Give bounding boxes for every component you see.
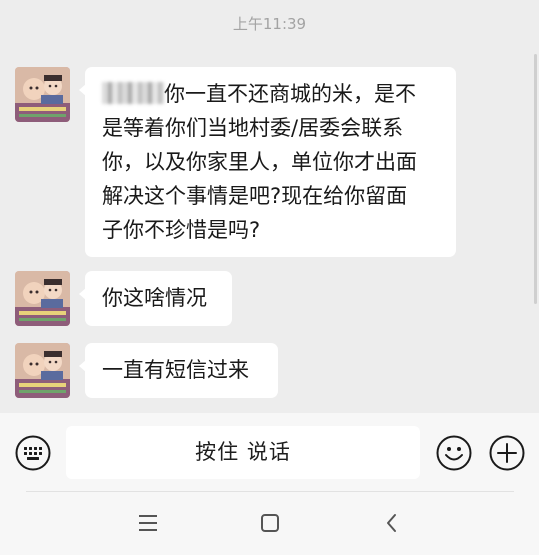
home-square-icon[interactable] [255,508,285,538]
hold-to-talk-button[interactable]: 按住 说话 [66,426,420,479]
message-bubble[interactable]: 一直有短信过来 [79,343,278,398]
chat-scrollbar[interactable] [534,54,537,304]
chat-input-bar: 按住 说话 [0,413,539,555]
divider [26,491,514,492]
menu-icon[interactable] [133,508,163,538]
message-timestamp: 上午11:39 [232,15,307,33]
keyboard-icon[interactable] [15,435,51,471]
back-chevron-icon[interactable] [377,508,407,538]
message-text: 你这啥情况 [102,286,207,310]
avatar[interactable] [15,343,70,398]
message-bubble[interactable]: 你一直不还商城的米，是不 是等着你们当地村委/居委会联系 你，以及你家里人，单位… [79,67,456,257]
avatar[interactable] [15,67,70,122]
message-line: 解决这个事情是吧?现在给你留面 [102,184,408,208]
chat-area: 上午11:39 你一直不还商城的米，是不 是等着你们当地村委/居委会联系 你，以… [0,0,539,413]
message-line: 你，以及你家里人，单位你才出面 [102,150,417,174]
emoji-icon[interactable] [436,435,472,471]
avatar[interactable] [15,271,70,326]
redacted-name-blur [102,82,164,104]
plus-circle-icon[interactable] [489,435,525,471]
message-bubble[interactable]: 你这啥情况 [79,271,232,326]
message-line: 是等着你们当地村委/居委会联系 [102,116,404,140]
message-line: 子你不珍惜是吗? [102,218,261,242]
message-text: 一直有短信过来 [102,358,249,382]
message-line: 你一直不还商城的米，是不 [102,77,439,111]
